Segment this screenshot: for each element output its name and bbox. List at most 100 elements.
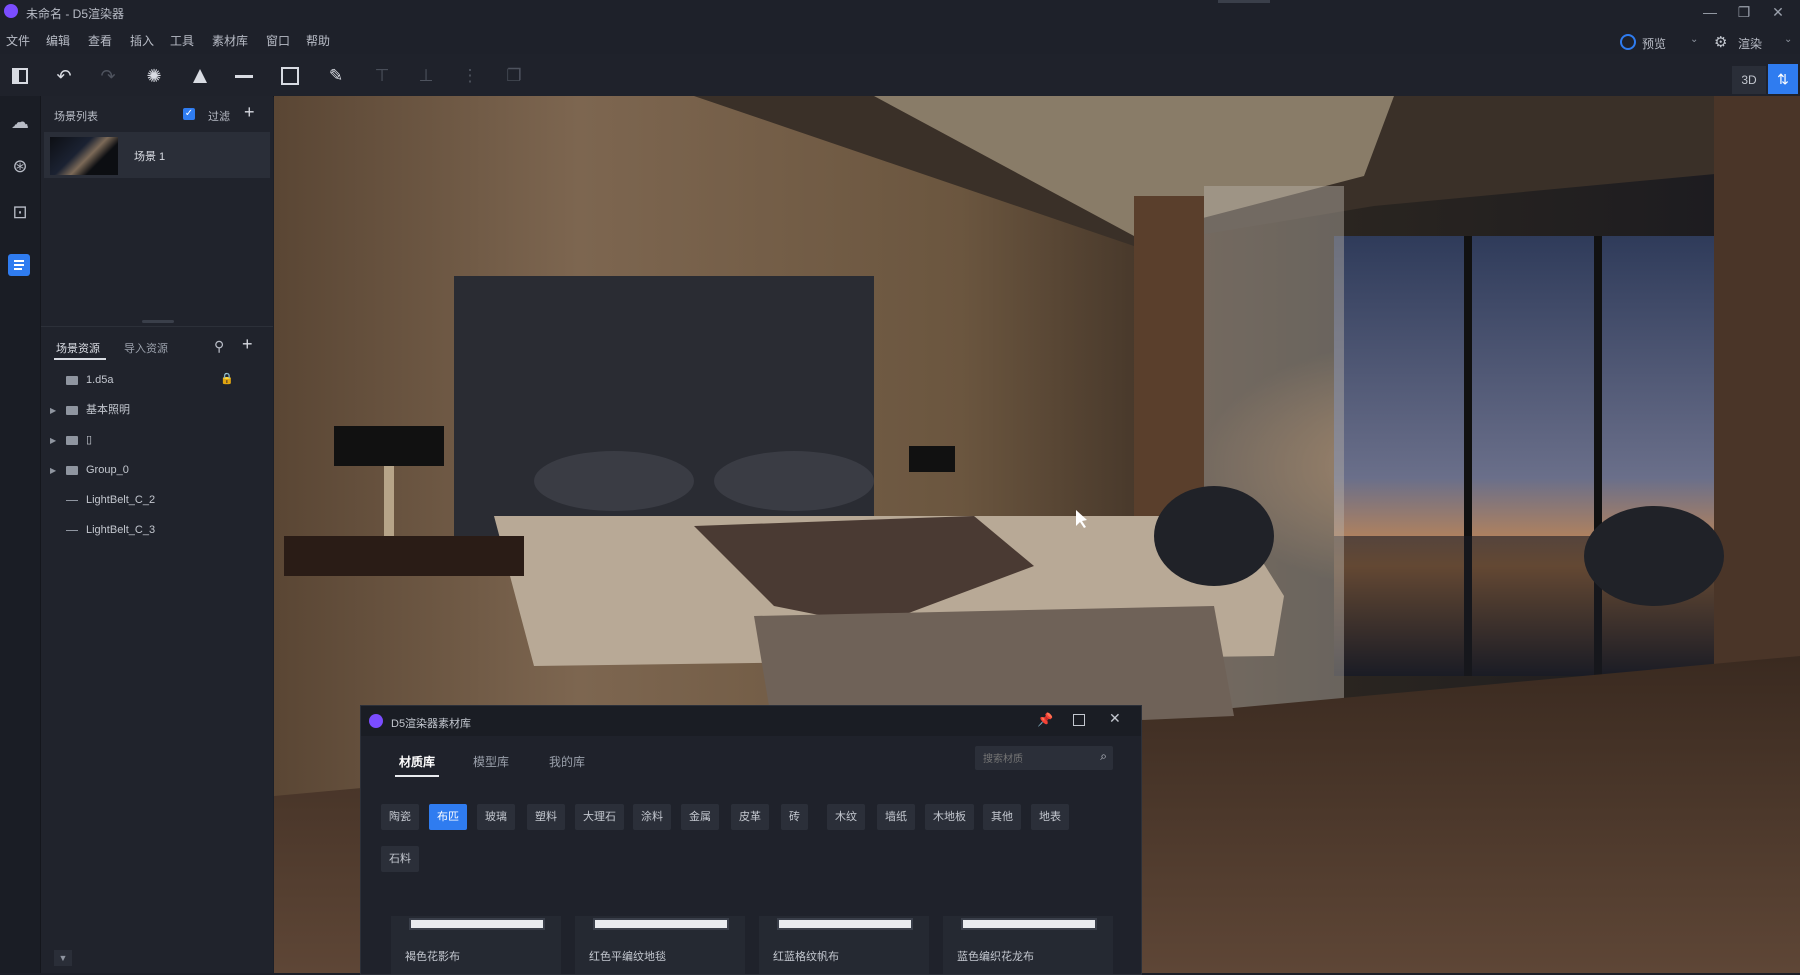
menu-edit[interactable]: 编辑 [46,32,70,49]
add-scene-button[interactable]: + [244,102,255,123]
tab-models[interactable]: 模型库 [473,753,509,770]
render-gear-icon[interactable]: ⚙ [1714,33,1727,51]
category-leather[interactable]: 皮革 [731,804,769,830]
filter-label: 过滤 [208,111,230,123]
left-rail [0,96,41,973]
tree-item-d5a[interactable]: 1.d5a [50,367,270,393]
render-dropdown-chevron-down-icon[interactable]: ⌄ [1784,34,1792,45]
scene-thumbnail [50,137,118,175]
view-3d-button[interactable]: 3D [1732,66,1766,94]
close-dialog-icon[interactable]: ✕ [1109,710,1121,727]
preview-label[interactable]: 预览 [1642,35,1666,52]
tab-import-assets[interactable]: 导入资源 [124,340,168,356]
category-wood-grain[interactable]: 木纹 [827,804,865,830]
title-bar [0,0,1800,24]
eyedropper-icon[interactable]: ✎ [322,62,350,90]
category-metal[interactable]: 金属 [681,804,719,830]
category-wood-floor[interactable]: 木地板 [925,804,974,830]
material-card[interactable]: 红色平编纹地毯 [575,916,745,974]
category-fabric[interactable]: 布匹 [429,804,467,830]
undo-icon[interactable]: ↶ [50,62,78,90]
menu-file[interactable]: 文件 [6,32,30,49]
minimize-button[interactable]: — [1696,2,1724,22]
tab-scene-assets[interactable]: 场景资源 [56,340,100,356]
dialog-title-bar[interactable] [361,706,1141,736]
close-window-button[interactable]: ✕ [1764,2,1792,22]
menu-help[interactable]: 帮助 [306,32,330,49]
render-label[interactable]: 渲染 [1738,35,1762,52]
tree-item-unnamed-group[interactable]: ▶ ▯ [50,427,270,453]
window-title: 未命名 - D5渲染器 [26,7,125,21]
category-marble[interactable]: 大理石 [575,804,624,830]
material-preview [961,918,1097,930]
tree-item-lightbelt-c2[interactable]: LightBelt_C_2 [50,487,270,513]
material-card[interactable]: 红蓝格纹帆布 [759,916,929,974]
folder-icon [66,435,78,445]
scene-name: 场景 1 [134,151,166,163]
expand-arrow-icon[interactable]: ▶ [50,398,62,424]
walk-mode-icon[interactable]: ⇅ [1768,64,1798,94]
expand-arrow-icon[interactable]: ▶ [50,458,62,484]
category-brick[interactable]: 砖 [781,804,808,830]
category-ground[interactable]: 地表 [1031,804,1069,830]
effects-rings-icon[interactable]: ⊛ [8,154,32,178]
redo-icon[interactable]: ↷ [94,62,122,90]
filter-checkbox[interactable]: ✓ [183,108,195,120]
menu-view[interactable]: 查看 [88,32,112,49]
menu-library[interactable]: 素材库 [212,32,248,49]
material-library-dialog: D5渲染器素材库 📌 ✕ 材质库 模型库 我的库 ⌕ 陶瓷 布匹 玻璃 塑料 大… [360,705,1142,975]
category-plastic[interactable]: 塑料 [527,804,565,830]
drag-handle[interactable] [1218,0,1270,3]
active-tab-underline [54,358,106,360]
material-search-box[interactable]: ⌕ [975,746,1113,770]
sun-light-icon[interactable]: ✺ [140,62,168,90]
pin-icon[interactable]: 📌 [1037,712,1053,728]
category-glass[interactable]: 玻璃 [477,804,515,830]
toolbar [0,54,1800,97]
toggle-panel-icon[interactable] [6,62,34,90]
category-wallpaper[interactable]: 墙纸 [877,804,915,830]
light-strip-icon [66,499,78,501]
spot-light-icon[interactable] [186,62,214,90]
menu-window[interactable]: 窗口 [266,32,290,49]
tree-item-group-0[interactable]: ▶ Group_0 [50,457,270,483]
search-icon[interactable]: ⌕ [1100,749,1107,764]
material-card[interactable]: 褐色花影布 [391,916,561,974]
locate-pin-icon[interactable]: ⚲ [214,338,224,355]
tree-item-basic-lighting[interactable]: ▶ 基本照明 [50,397,270,423]
camera-video-icon[interactable]: ⊡ [8,200,32,224]
app-logo-icon [4,4,18,18]
lock-icon[interactable]: 🔒 [220,372,234,385]
active-tab-underline [395,775,439,777]
strip-light-icon[interactable] [230,62,258,90]
align-icon[interactable]: ⊥ [412,62,440,90]
weather-cloud-icon[interactable]: ☁ [8,110,32,134]
category-stone[interactable]: 石料 [381,846,419,872]
tree-item-lightbelt-c3[interactable]: LightBelt_C_3 [50,517,270,543]
restore-button[interactable]: ❐ [1730,2,1758,22]
collapse-chevron-down-icon[interactable]: ▼ [54,950,72,966]
maximize-icon[interactable] [1073,714,1085,726]
tab-my-library[interactable]: 我的库 [549,753,585,770]
preview-dropdown-chevron-down-icon[interactable]: ⌄ [1690,34,1698,45]
menu-insert[interactable]: 插入 [130,32,154,49]
expand-arrow-icon[interactable]: ▶ [50,428,62,454]
material-card[interactable]: 蓝色编织花龙布 [943,916,1113,974]
copy-icon[interactable]: ❐ [500,62,528,90]
menu-tools[interactable]: 工具 [170,32,194,49]
mirror-icon[interactable]: ⋮ [456,62,484,90]
preview-icon[interactable] [1620,34,1636,50]
category-other[interactable]: 其他 [983,804,1021,830]
category-paint[interactable]: 涂料 [633,804,671,830]
file-icon [66,375,78,385]
scene-list-icon[interactable] [8,254,30,276]
paint-brush-icon[interactable]: ⊤ [368,62,396,90]
panel-splitter[interactable] [142,320,174,323]
area-light-icon[interactable] [276,62,304,90]
add-asset-button[interactable]: + [242,334,253,355]
material-preview [593,918,729,930]
search-input[interactable] [981,749,1095,769]
tab-materials[interactable]: 材质库 [399,753,435,770]
category-ceramic[interactable]: 陶瓷 [381,804,419,830]
dialog-title: D5渲染器素材库 [391,718,472,730]
